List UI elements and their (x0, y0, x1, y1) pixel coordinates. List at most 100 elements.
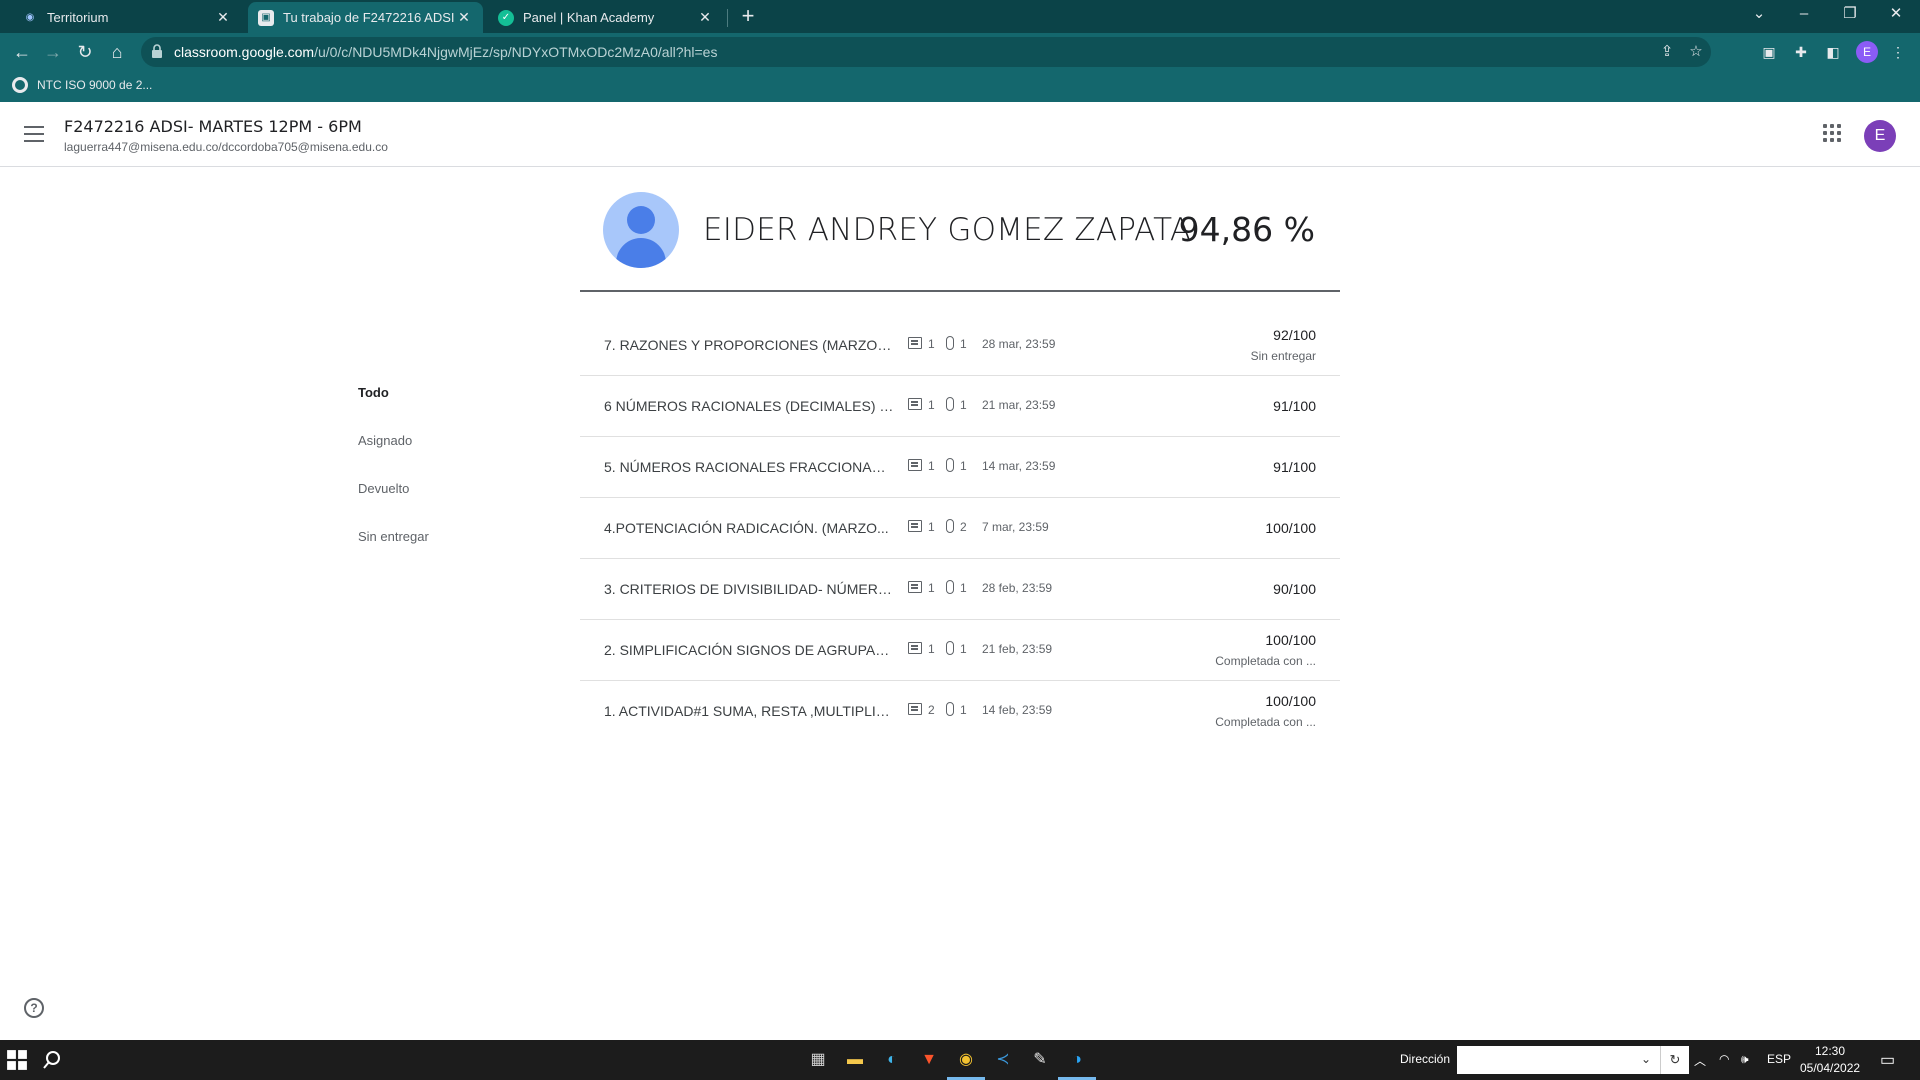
lock-icon (152, 44, 162, 58)
assignment-row[interactable]: 7. RAZONES Y PROPORCIONES (MARZO 2... 1 … (580, 315, 1340, 376)
person-body (616, 238, 666, 268)
bookmark-item[interactable]: NTC ISO 9000 de 2... (12, 77, 152, 93)
network-icon[interactable]: ◠ (1719, 1052, 1729, 1066)
browser-profile-avatar[interactable]: E (1856, 41, 1878, 63)
due-date: 21 feb, 23:59 (982, 642, 1053, 656)
assignment-status: Completada con ... (1215, 654, 1316, 668)
comment-count: 1 (928, 581, 935, 595)
task-view-icon[interactable]: ▦ (806, 1048, 830, 1072)
header-divider (580, 290, 1340, 292)
close-tab-icon[interactable]: ✕ (455, 9, 473, 26)
notifications-icon[interactable]: ▭ (1880, 1050, 1895, 1070)
share-icon[interactable]: ⇪ (1658, 43, 1676, 61)
comment-count: 1 (928, 398, 935, 412)
extensions-puzzle-icon[interactable]: ✚ (1791, 42, 1811, 62)
class-title[interactable]: F2472216 ADSI- MARTES 12PM - 6PM (64, 117, 362, 136)
tab-title: Tu trabajo de F2472216 ADSI- M (283, 10, 455, 25)
assignment-title[interactable]: 3. CRITERIOS DE DIVISIBILIDAD- NÚMERO... (604, 581, 894, 597)
google-apps-icon[interactable] (1823, 124, 1841, 142)
assignment-row[interactable]: 5. NÚMEROS RACIONALES FRACCIONARI... 1 1… (580, 437, 1340, 498)
comment-count: 2 (928, 703, 935, 717)
assignment-row[interactable]: 2. SIMPLIFICACIÓN SIGNOS DE AGRUPAC... 1… (580, 620, 1340, 681)
address-bar[interactable]: classroom.google.com/u/0/c/NDU5MDk4NjgwM… (141, 37, 1711, 67)
url-path: /u/0/c/NDU5MDk4NjgwMjEz/sp/NDYxOTMxODc2M… (314, 44, 718, 60)
assignment-status: Completada con ... (1215, 715, 1316, 729)
classroom-favicon-icon: ▣ (258, 9, 274, 26)
address-toolbar-input[interactable]: ⌄ (1457, 1046, 1689, 1074)
taskbar-clock[interactable]: 12:30 05/04/2022 (1800, 1043, 1860, 1077)
comment-icon (908, 459, 922, 471)
language-indicator[interactable]: ESP (1767, 1052, 1791, 1066)
attachment-icon (946, 702, 954, 716)
assignment-title[interactable]: 4.POTENCIACIÓN RADICACIÓN. (MARZO... (604, 520, 894, 536)
extension-b-icon[interactable]: ▣ (1759, 42, 1779, 62)
minimize-icon[interactable]: – (1782, 0, 1826, 30)
overall-grade: 94,86 % (1178, 210, 1315, 249)
assignment-row[interactable]: 6 NÚMEROS RACIONALES (DECIMALES) 1... 1 … (580, 376, 1340, 437)
file-explorer-icon[interactable]: ▬ (843, 1048, 867, 1072)
restore-icon[interactable]: ❐ (1828, 0, 1872, 30)
menu-kebab-icon[interactable]: ⋮ (1888, 42, 1908, 62)
close-window-icon[interactable]: ✕ (1874, 0, 1918, 30)
chrome-browser-icon[interactable]: ◉ (954, 1048, 978, 1072)
forward-icon[interactable]: → (41, 40, 65, 64)
new-tab-button[interactable]: + (736, 4, 760, 28)
home-icon[interactable]: ⌂ (105, 40, 129, 64)
edge-browser-icon[interactable]: ◐ (880, 1048, 904, 1072)
tab-search-icon[interactable]: ⌄ (1737, 0, 1781, 30)
filter-devuelto[interactable]: Devuelto (358, 481, 409, 496)
filter-todo[interactable]: Todo (358, 385, 389, 400)
attachment-icon (946, 397, 954, 411)
due-date: 14 feb, 23:59 (982, 703, 1053, 717)
search-icon[interactable] (42, 1050, 62, 1070)
back-icon[interactable]: ← (10, 40, 34, 64)
assignment-title[interactable]: 7. RAZONES Y PROPORCIONES (MARZO 2... (604, 337, 894, 353)
attachment-icon (946, 336, 954, 350)
tab-title: Territorium (47, 10, 109, 25)
comment-count: 1 (928, 459, 935, 473)
volume-icon[interactable]: 🕪 (1741, 1052, 1749, 1067)
tab-divider (727, 9, 728, 27)
assignment-score: 91/100 (1273, 459, 1316, 475)
assignment-score: 100/100 (1265, 520, 1316, 536)
side-panel-icon[interactable]: ◧ (1823, 42, 1843, 62)
assignment-row[interactable]: 4.POTENCIACIÓN RADICACIÓN. (MARZO... 1 2… (580, 498, 1340, 559)
tab-territorium[interactable]: ◉ Territorium ✕ (12, 2, 242, 33)
reload-icon[interactable]: ↻ (73, 40, 97, 64)
assignment-score: 100/100 (1265, 632, 1316, 648)
edge-app-icon[interactable]: ◑ (1065, 1048, 1089, 1072)
attachment-icon (946, 519, 954, 533)
assignment-title[interactable]: 5. NÚMEROS RACIONALES FRACCIONARI... (604, 459, 894, 475)
due-date: 14 mar, 23:59 (982, 459, 1056, 473)
comment-count: 1 (928, 337, 935, 351)
main-menu-icon[interactable] (24, 126, 44, 142)
assignment-score: 92/100 (1273, 327, 1316, 343)
chevron-up-icon[interactable]: ︿ (1694, 1052, 1706, 1069)
assignment-title[interactable]: 1. ACTIVIDAD#1 SUMA, RESTA ,MULTIPLIC... (604, 703, 894, 719)
tab-khan-academy[interactable]: ✓ Panel | Khan Academy ✕ (488, 2, 724, 33)
assignment-title[interactable]: 2. SIMPLIFICACIÓN SIGNOS DE AGRUPAC... (604, 642, 894, 658)
attachment-icon (946, 641, 954, 655)
chevron-down-icon[interactable]: ⌄ (1641, 1052, 1651, 1066)
close-tab-icon[interactable]: ✕ (696, 9, 714, 26)
assignment-row[interactable]: 3. CRITERIOS DE DIVISIBILIDAD- NÚMERO...… (580, 559, 1340, 620)
close-tab-icon[interactable]: ✕ (214, 9, 232, 26)
help-icon[interactable]: ? (24, 998, 44, 1018)
account-avatar[interactable]: E (1864, 120, 1896, 152)
due-date: 28 feb, 23:59 (982, 581, 1053, 595)
comment-icon (908, 520, 922, 532)
windows-start-icon[interactable] (6, 1049, 28, 1071)
student-avatar (603, 192, 679, 268)
vscode-icon[interactable]: ≺ (991, 1048, 1015, 1072)
filter-asignado[interactable]: Asignado (358, 433, 412, 448)
go-refresh-icon[interactable]: ↻ (1660, 1046, 1689, 1074)
brave-browser-icon[interactable]: ▼ (917, 1048, 941, 1072)
notepad-icon[interactable]: ✎ (1028, 1048, 1052, 1072)
tab-classroom[interactable]: ▣ Tu trabajo de F2472216 ADSI- M ✕ (248, 2, 483, 33)
assignment-score: 100/100 (1265, 693, 1316, 709)
assignment-title[interactable]: 6 NÚMEROS RACIONALES (DECIMALES) 1... (604, 398, 894, 414)
assignment-row[interactable]: 1. ACTIVIDAD#1 SUMA, RESTA ,MULTIPLIC...… (580, 681, 1340, 742)
comment-count: 1 (928, 520, 935, 534)
bookmark-star-icon[interactable]: ☆ (1687, 43, 1705, 61)
filter-sin-entregar[interactable]: Sin entregar (358, 529, 429, 544)
